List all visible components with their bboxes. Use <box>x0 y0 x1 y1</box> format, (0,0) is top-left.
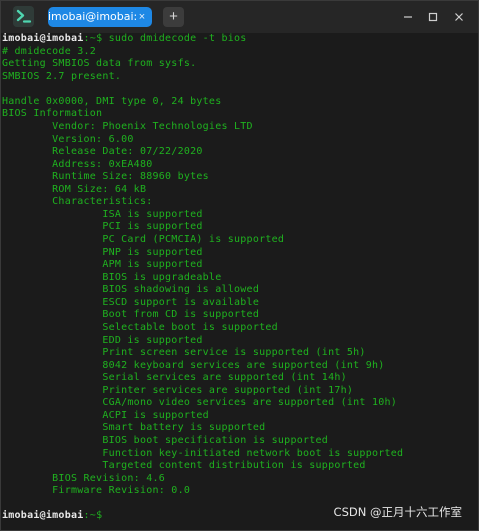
output-line: Characteristics: <box>2 196 153 208</box>
output-line: Runtime Size: 88960 bytes <box>2 171 209 183</box>
watermark-text: CSDN @正月十六工作室 <box>333 505 462 519</box>
output-line: Selectable boot is supported <box>2 321 278 333</box>
output-line: BIOS is upgradeable <box>2 271 222 283</box>
output-line: CGA/mono video services are supported (i… <box>2 397 398 409</box>
maximize-icon <box>428 12 438 22</box>
output-line: APM is supported <box>2 259 203 271</box>
prompt-user: imobai@imobai <box>2 33 84 44</box>
tab-close-icon[interactable]: × <box>136 7 148 27</box>
new-tab-button[interactable]: + <box>163 7 184 27</box>
output-line: Firmware Revision: 0.0 <box>2 485 191 497</box>
output-line: ACPI is supported <box>2 409 209 421</box>
output-line: 8042 keyboard services are supported (in… <box>2 359 385 371</box>
close-icon <box>455 13 463 21</box>
output-line: Print screen service is supported (int 5… <box>2 347 366 359</box>
prompt-user: imobai@imobai <box>2 510 84 522</box>
terminal-window: imobai@imobai: ~ × + imobai@imobai:~$ su… <box>0 0 479 531</box>
output-line: ROM Size: 64 kB <box>2 183 147 195</box>
output-line: Getting SMBIOS data from sysfs. <box>2 58 197 70</box>
output-line: ISA is supported <box>2 208 203 220</box>
output-line: PCI is supported <box>2 221 203 233</box>
output-line: Address: 0xEA480 <box>2 158 153 170</box>
terminal-output-area[interactable]: imobai@imobai:~$ sudo dmidecode -t bios … <box>1 33 478 530</box>
tab-title: imobai@imobai: ~ <box>48 10 138 23</box>
output-line: Targeted content distribution is support… <box>2 460 366 472</box>
output-line: SMBIOS 2.7 present. <box>2 70 122 82</box>
output-line: BIOS shadowing is allowed <box>2 284 260 296</box>
command-text: :~$ sudo dmidecode -t bios <box>83 33 247 44</box>
output-line: Vendor: Phoenix Technologies LTD <box>2 120 253 132</box>
output-line: BIOS Information <box>2 108 103 120</box>
minimize-button[interactable] <box>398 7 418 27</box>
maximize-button[interactable] <box>423 7 443 27</box>
output-line: Smart battery is supported <box>2 422 266 434</box>
output-line: Handle 0x0000, DMI type 0, 24 bytes <box>2 95 222 107</box>
output-line: Boot from CD is supported <box>2 309 260 321</box>
output-line: ESCD support is available <box>2 296 260 308</box>
output-line: # dmidecode 3.2 <box>2 45 97 57</box>
tab-terminal-session[interactable]: imobai@imobai: ~ × <box>48 7 152 27</box>
output-line: Serial services are supported (int 14h) <box>2 372 347 384</box>
output-line: BIOS Revision: 4.6 <box>2 472 166 484</box>
terminal-lines: imobai@imobai:~$ sudo dmidecode -t bios … <box>2 33 478 523</box>
output-line: PNP is supported <box>2 246 203 258</box>
output-line: EDD is supported <box>2 334 203 346</box>
prompt-symbol: :~$ <box>83 510 103 522</box>
output-line: Printer services are supported (int 17h) <box>2 384 354 396</box>
minimize-icon <box>404 16 412 18</box>
close-button[interactable] <box>449 7 469 27</box>
output-line: Function key-initiated network boot is s… <box>2 447 404 459</box>
output-line: BIOS boot specification is supported <box>2 435 329 446</box>
command-line: imobai@imobai:~$ sudo dmidecode -t bios <box>2 33 478 46</box>
title-bar: imobai@imobai: ~ × + <box>1 1 478 33</box>
terminal-app-icon <box>13 6 34 27</box>
output-line: Release Date: 07/22/2020 <box>2 146 203 158</box>
output-line: Version: 6.00 <box>2 133 134 145</box>
output-line: PC Card (PCMCIA) is supported <box>2 234 285 245</box>
